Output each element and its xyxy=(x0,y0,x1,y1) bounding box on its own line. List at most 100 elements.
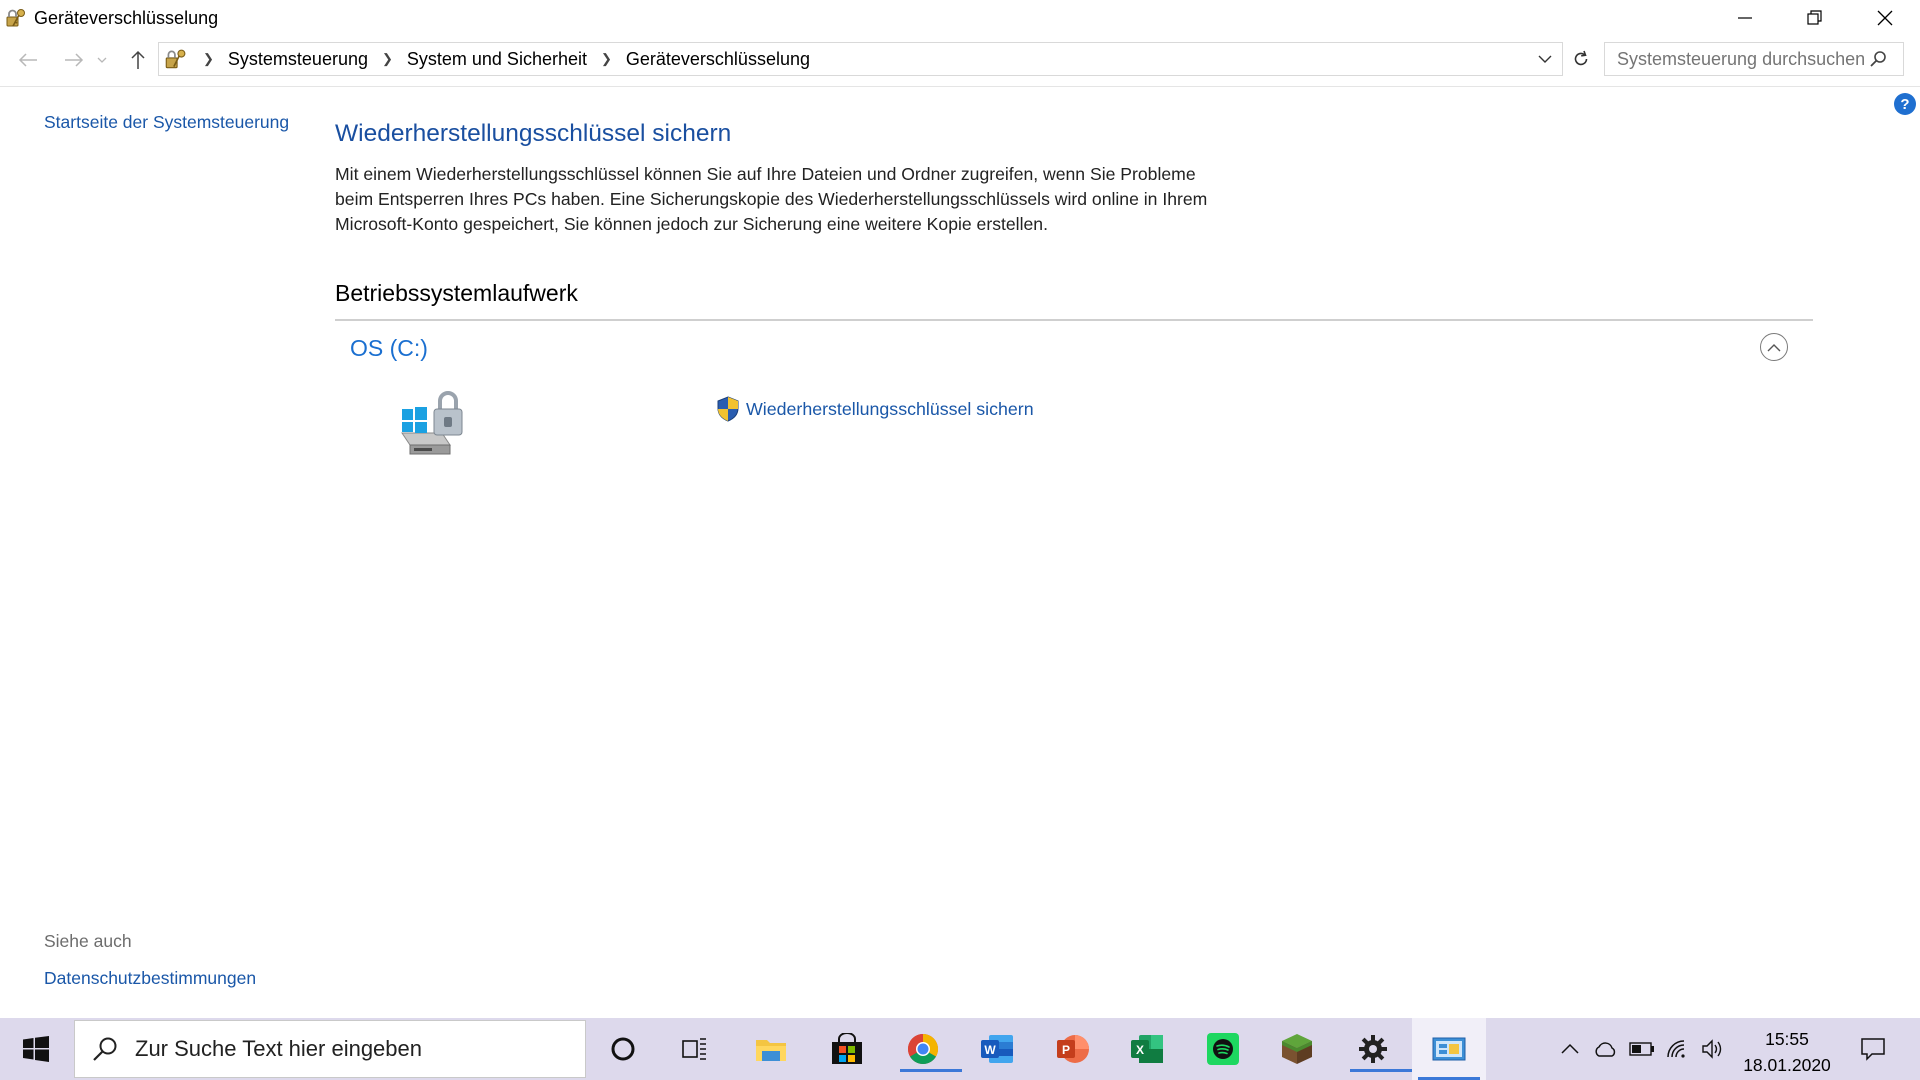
taskbar: Zur Suche Text hier eingeben W P X 15:55… xyxy=(0,1018,1920,1080)
onedrive-button[interactable] xyxy=(1592,1036,1620,1062)
battery-icon xyxy=(1629,1042,1654,1056)
recent-locations-button[interactable] xyxy=(94,46,110,74)
privacy-statement-link[interactable]: Datenschutzbestimmungen xyxy=(44,968,256,989)
clock-date: 18.01.2020 xyxy=(1743,1055,1831,1075)
wifi-icon xyxy=(1667,1040,1685,1058)
store-icon xyxy=(832,1033,862,1064)
control-panel-home-link[interactable]: Startseite der Systemsteuerung xyxy=(44,112,289,133)
refresh-icon xyxy=(1574,50,1588,66)
up-button[interactable] xyxy=(124,46,152,74)
svg-text:P: P xyxy=(1062,1043,1070,1057)
battery-button[interactable] xyxy=(1628,1036,1656,1062)
minecraft-button[interactable] xyxy=(1268,1026,1326,1072)
windows-logo-icon xyxy=(23,1036,49,1062)
page-description: Mit einem Wiederherstellungsschlüssel kö… xyxy=(335,162,1235,237)
navigation-bar: ❯ Systemsteuerung ❯ System und Sicherhei… xyxy=(0,40,1920,80)
description-line: beim Entsperren Ihres PCs haben. Eine Si… xyxy=(335,189,1208,209)
powerpoint-icon: P xyxy=(1057,1035,1089,1063)
powerpoint-button[interactable]: P xyxy=(1044,1026,1102,1072)
see-also-heading: Siehe auch xyxy=(44,931,132,951)
notification-icon xyxy=(1861,1038,1885,1061)
clock-time: 15:55 xyxy=(1765,1029,1809,1049)
network-button[interactable] xyxy=(1664,1036,1692,1062)
start-button[interactable] xyxy=(14,1032,58,1066)
excel-button[interactable]: X xyxy=(1118,1026,1176,1072)
navigation-divider xyxy=(0,86,1920,87)
file-explorer-icon xyxy=(756,1040,786,1061)
help-icon: ? xyxy=(1900,95,1910,113)
backup-recovery-key-link[interactable]: Wiederherstellungsschlüssel sichern xyxy=(716,396,1034,422)
file-explorer-button[interactable] xyxy=(742,1026,800,1072)
search-icon[interactable] xyxy=(1869,50,1887,68)
key-lock-icon xyxy=(6,9,25,27)
task-view-icon xyxy=(682,1038,706,1060)
arrow-right-icon xyxy=(65,53,84,67)
chevron-down-icon xyxy=(97,57,107,63)
minecraft-icon xyxy=(1282,1034,1312,1064)
collapse-button[interactable] xyxy=(1760,333,1788,361)
arrow-up-icon xyxy=(131,50,145,69)
onedrive-icon xyxy=(1595,1042,1616,1057)
restore-icon xyxy=(1807,10,1822,25)
search-input[interactable] xyxy=(1615,47,1869,71)
show-hidden-icons-button[interactable] xyxy=(1556,1036,1584,1062)
page-title: Wiederherstellungsschlüssel sichern xyxy=(335,120,732,147)
address-bar[interactable]: ❯ Systemsteuerung ❯ System und Sicherhei… xyxy=(158,42,1563,76)
back-button[interactable] xyxy=(14,46,42,74)
chrome-button[interactable] xyxy=(894,1026,962,1072)
breadcrumb-systemsteuerung[interactable]: Systemsteuerung xyxy=(228,49,368,70)
search-box[interactable] xyxy=(1604,42,1904,76)
help-button[interactable]: ? xyxy=(1894,93,1916,115)
window-title: Geräteverschlüsselung xyxy=(34,7,219,28)
section-title: Betriebssystemlaufwerk xyxy=(335,280,578,306)
forward-button[interactable] xyxy=(60,46,88,74)
restore-button[interactable] xyxy=(1780,0,1850,36)
store-button[interactable] xyxy=(818,1026,876,1072)
chrome-icon xyxy=(907,1034,939,1065)
excel-icon: X xyxy=(1131,1035,1163,1063)
speaker-icon xyxy=(1702,1039,1722,1059)
word-icon: W xyxy=(981,1035,1013,1063)
taskbar-search-box[interactable]: Zur Suche Text hier eingeben xyxy=(74,1020,586,1078)
control-panel-icon xyxy=(165,49,186,69)
title-bar: Geräteverschlüsselung xyxy=(0,0,1920,36)
section-divider xyxy=(335,319,1813,321)
breadcrumb-geraeteverschluesselung[interactable]: Geräteverschlüsselung xyxy=(626,49,810,70)
running-indicator xyxy=(900,1069,962,1072)
breadcrumb-separator[interactable]: ❯ xyxy=(382,51,393,67)
breadcrumb-system-und-sicherheit[interactable]: System und Sicherheit xyxy=(407,49,587,70)
close-button[interactable] xyxy=(1850,0,1920,36)
chevron-up-icon xyxy=(1561,1043,1579,1054)
search-icon xyxy=(93,1037,117,1061)
encrypted-drive-icon xyxy=(401,391,463,455)
action-center-button[interactable] xyxy=(1857,1034,1889,1064)
uac-shield-icon xyxy=(717,396,739,422)
arrow-left-icon xyxy=(18,53,37,67)
address-dropdown-icon[interactable] xyxy=(1538,54,1552,64)
minimize-button[interactable] xyxy=(1710,0,1780,36)
chevron-up-icon xyxy=(1767,343,1781,351)
control-panel-icon xyxy=(1432,1037,1466,1061)
description-line: Mit einem Wiederherstellungsschlüssel kö… xyxy=(335,164,1196,184)
backup-link-label[interactable]: Wiederherstellungsschlüssel sichern xyxy=(746,399,1034,420)
breadcrumb-separator[interactable]: ❯ xyxy=(203,51,214,67)
cortana-button[interactable] xyxy=(594,1026,652,1072)
close-icon xyxy=(1877,10,1893,26)
volume-button[interactable] xyxy=(1700,1036,1728,1062)
taskbar-search-placeholder[interactable]: Zur Suche Text hier eingeben xyxy=(135,1036,422,1062)
control-panel-taskbar-button[interactable] xyxy=(1412,1018,1486,1080)
svg-text:W: W xyxy=(984,1043,996,1057)
word-button[interactable]: W xyxy=(968,1026,1026,1072)
settings-button[interactable] xyxy=(1344,1026,1412,1072)
settings-icon xyxy=(1359,1035,1387,1063)
svg-text:X: X xyxy=(1136,1043,1144,1057)
drive-name[interactable]: OS (C:) xyxy=(350,335,428,362)
taskbar-clock[interactable]: 15:55 18.01.2020 xyxy=(1742,1026,1832,1078)
spotify-button[interactable] xyxy=(1194,1026,1252,1072)
description-line: Microsoft-Konto gespeichert, Sie können … xyxy=(335,214,1048,234)
refresh-button[interactable] xyxy=(1566,44,1596,74)
task-view-button[interactable] xyxy=(666,1026,724,1072)
spotify-icon xyxy=(1207,1033,1239,1065)
cortana-icon xyxy=(611,1037,635,1061)
breadcrumb-separator[interactable]: ❯ xyxy=(601,51,612,67)
